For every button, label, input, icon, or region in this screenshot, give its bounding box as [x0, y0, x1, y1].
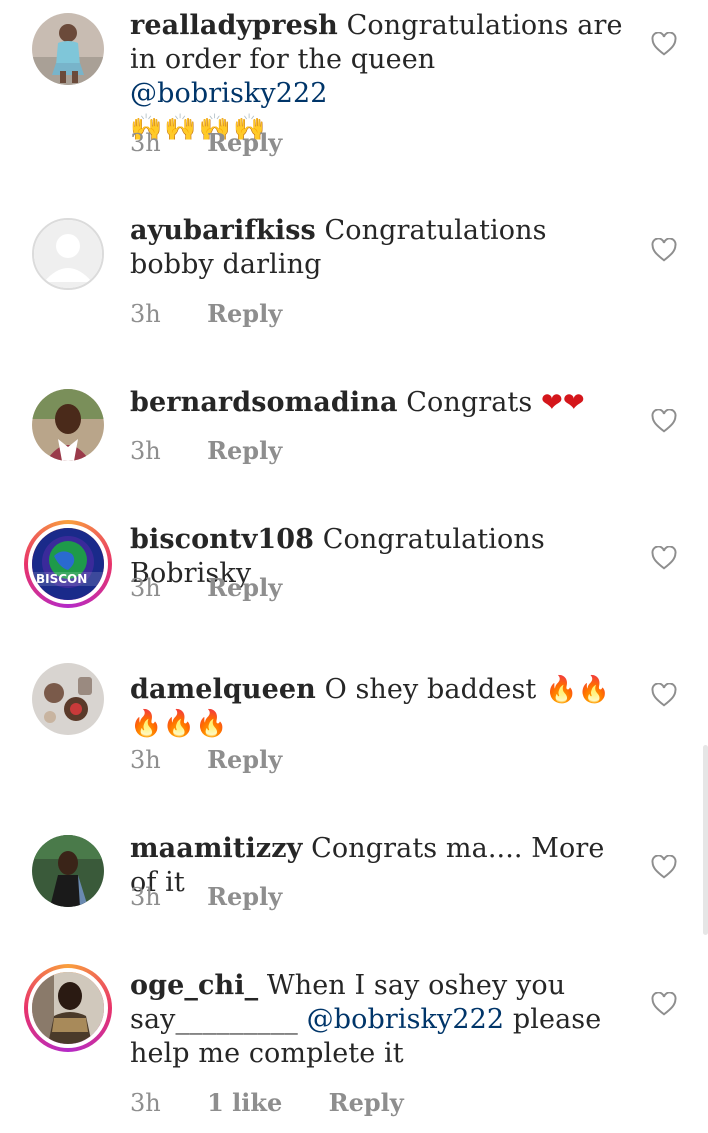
- avatar[interactable]: [32, 835, 104, 907]
- comment-timestamp: 3h: [130, 883, 161, 911]
- comment-item: oge_chi_ When I say oshey you say_______…: [0, 950, 708, 1133]
- reply-button[interactable]: Reply: [207, 436, 282, 465]
- reply-button[interactable]: Reply: [207, 573, 282, 602]
- avatar-story-ring[interactable]: BISCON: [24, 520, 112, 608]
- comment-username[interactable]: ayubarifkiss: [130, 215, 316, 246]
- comment-text: bernardsomadina Congrats ❤❤: [130, 386, 630, 420]
- heart-outline-icon[interactable]: [651, 683, 677, 707]
- comment-meta: 3h Reply: [130, 299, 282, 328]
- comment-text: oge_chi_ When I say oshey you say_______…: [130, 969, 630, 1071]
- heart-outline-icon[interactable]: [651, 855, 677, 879]
- comment-timestamp: 3h: [130, 746, 161, 774]
- avatar-story-ring[interactable]: [24, 964, 112, 1052]
- comment-item: maamitizzy Congrats ma.... More of it 3h…: [0, 810, 708, 950]
- comment-item: BISCON biscontv108 Congratulations Bobri…: [0, 490, 708, 630]
- comment-meta: 3h Reply: [130, 436, 282, 465]
- avatar[interactable]: [32, 389, 104, 461]
- comment-username[interactable]: realladypresh: [130, 10, 338, 41]
- avatar: [28, 968, 108, 1048]
- reply-button[interactable]: Reply: [207, 299, 282, 328]
- comment-text: damelqueen O shey baddest 🔥🔥🔥🔥🔥: [130, 673, 630, 741]
- heart-outline-icon[interactable]: [651, 546, 677, 570]
- like-count[interactable]: 1 like: [207, 1088, 282, 1117]
- reply-button[interactable]: Reply: [207, 745, 282, 774]
- comment-item: realladypresh Congratulations are in ord…: [0, 0, 708, 180]
- comment-timestamp: 3h: [130, 574, 161, 602]
- reply-button[interactable]: Reply: [207, 882, 282, 911]
- comment-item: damelqueen O shey baddest 🔥🔥🔥🔥🔥 3h Reply: [0, 630, 708, 810]
- comment-username[interactable]: maamitizzy: [130, 833, 302, 864]
- mention-link[interactable]: @bobrisky222: [130, 78, 328, 109]
- heart-outline-icon[interactable]: [651, 238, 677, 262]
- comment-body: O shey baddest: [324, 674, 537, 705]
- red-heart-emoji: ❤❤: [541, 388, 585, 418]
- comment-username[interactable]: oge_chi_: [130, 970, 258, 1001]
- comment-meta: 3h Reply: [130, 128, 282, 157]
- reply-button[interactable]: Reply: [207, 128, 282, 157]
- comment-meta: 3h Reply: [130, 882, 282, 911]
- avatar: BISCON: [28, 524, 108, 604]
- comment-text: realladypresh Congratulations are in ord…: [130, 9, 630, 145]
- reply-button[interactable]: Reply: [329, 1088, 404, 1117]
- comment-meta: 3h Reply: [130, 573, 282, 602]
- comment-timestamp: 3h: [130, 129, 161, 157]
- comment-meta: 3h 1 like Reply: [130, 1088, 404, 1117]
- comment-meta: 3h Reply: [130, 745, 282, 774]
- comment-timestamp: 3h: [130, 437, 161, 465]
- scrollbar[interactable]: [703, 745, 708, 935]
- comment-username[interactable]: bernardsomadina: [130, 387, 398, 418]
- avatar[interactable]: [32, 13, 104, 85]
- comment-item: ayubarifkiss Congratulations bobby darli…: [0, 180, 708, 350]
- comment-timestamp: 3h: [130, 300, 161, 328]
- comment-body: Congrats: [406, 387, 533, 418]
- avatar-logo-text: BISCON: [36, 572, 87, 586]
- comment-username[interactable]: damelqueen: [130, 674, 316, 705]
- mention-link[interactable]: @bobrisky222: [307, 1004, 505, 1035]
- heart-outline-icon[interactable]: [651, 992, 677, 1016]
- comment-timestamp: 3h: [130, 1089, 161, 1117]
- comment-text: ayubarifkiss Congratulations bobby darli…: [130, 214, 630, 282]
- avatar[interactable]: [32, 218, 104, 290]
- heart-outline-icon[interactable]: [651, 32, 677, 56]
- comment-username[interactable]: biscontv108: [130, 524, 314, 555]
- heart-outline-icon[interactable]: [651, 409, 677, 433]
- avatar[interactable]: [32, 663, 104, 735]
- comment-item: bernardsomadina Congrats ❤❤ 3h Reply: [0, 350, 708, 490]
